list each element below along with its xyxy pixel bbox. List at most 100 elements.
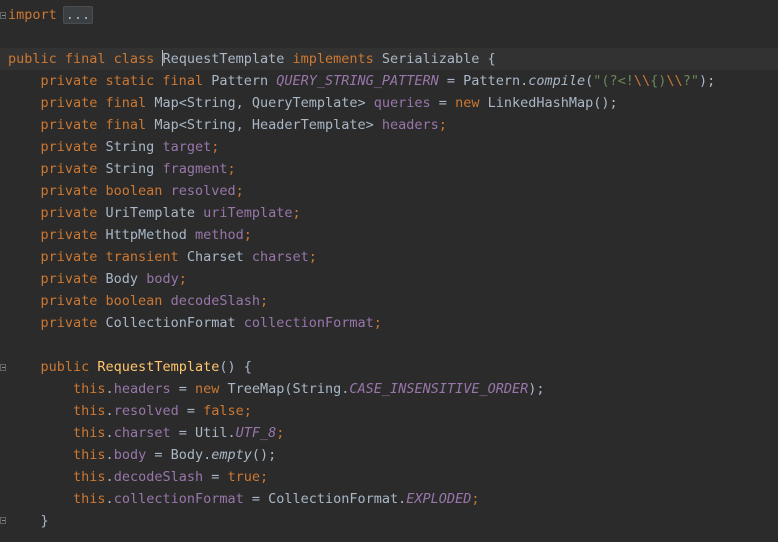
code-token: = bbox=[203, 469, 228, 485]
code-token: this bbox=[73, 491, 106, 507]
code-token: \\ bbox=[666, 73, 683, 89]
code-line[interactable]: this.collectionFormat = CollectionFormat… bbox=[0, 488, 778, 510]
code-token: CASE_INSENSITIVE_ORDER bbox=[349, 381, 529, 397]
code-token: private bbox=[40, 227, 106, 243]
code-token: true; bbox=[227, 469, 269, 485]
code-line[interactable]: private final Map<String, QueryTemplate>… bbox=[0, 92, 778, 114]
code-token: decodeSlash bbox=[113, 469, 204, 485]
code-line[interactable]: private Body body; bbox=[0, 268, 778, 290]
code-token: CollectionFormat bbox=[105, 315, 244, 331]
code-line[interactable]: private transient Charset charset; bbox=[0, 246, 778, 268]
code-token: queries bbox=[373, 95, 431, 111]
code-token: ; bbox=[438, 117, 447, 133]
code-token: String bbox=[105, 161, 163, 177]
code-token: = bbox=[430, 95, 456, 111]
code-line[interactable]: private UriTemplate uriTemplate; bbox=[0, 202, 778, 224]
code-line[interactable]: public RequestTemplate() { bbox=[0, 356, 778, 378]
code-line[interactable]: this.body = Body.empty(); bbox=[0, 444, 778, 466]
code-line[interactable]: this.resolved = false; bbox=[0, 400, 778, 422]
code-line[interactable]: private static final Pattern QUERY_STRIN… bbox=[0, 70, 778, 92]
code-token: this bbox=[73, 403, 106, 419]
code-line[interactable]: private boolean decodeSlash; bbox=[0, 290, 778, 312]
code-token: {) bbox=[650, 73, 667, 89]
code-token: this bbox=[73, 381, 106, 397]
code-line[interactable]: } bbox=[0, 510, 778, 532]
code-token: decodeSlash bbox=[170, 293, 260, 309]
code-token: charset bbox=[251, 249, 309, 265]
code-token: new bbox=[455, 95, 488, 111]
code-token: public final class bbox=[8, 51, 163, 67]
code-line[interactable]: this.decodeSlash = true; bbox=[0, 466, 778, 488]
code-token: uriTemplate bbox=[203, 205, 293, 221]
code-token: charset bbox=[113, 425, 171, 441]
code-token: private bbox=[40, 271, 106, 287]
code-editor[interactable]: import... public final class RequestTempl… bbox=[0, 0, 778, 542]
code-token: resolved bbox=[170, 183, 236, 199]
code-token: private final bbox=[40, 117, 155, 133]
code-token: collectionFormat bbox=[113, 491, 244, 507]
code-token: this bbox=[73, 425, 106, 441]
code-token: ; bbox=[471, 491, 480, 507]
code-token: EXPLODED bbox=[406, 491, 472, 507]
code-line[interactable] bbox=[0, 334, 778, 356]
code-token: false; bbox=[203, 403, 252, 419]
code-token: private bbox=[40, 315, 106, 331]
code-token: "(?<! bbox=[593, 73, 634, 89]
code-token: Serializable { bbox=[381, 51, 496, 67]
code-token: ?" bbox=[682, 73, 699, 89]
code-token: ; bbox=[211, 139, 220, 155]
code-token: import bbox=[8, 7, 57, 23]
code-token: headers bbox=[113, 381, 171, 397]
collapsed-imports-placeholder[interactable]: ... bbox=[62, 6, 94, 24]
code-token: ; bbox=[227, 161, 236, 177]
code-token: HttpMethod bbox=[105, 227, 195, 243]
code-token: String bbox=[105, 139, 163, 155]
code-token: collectionFormat bbox=[243, 315, 374, 331]
code-token: headers bbox=[381, 117, 439, 133]
code-token: . bbox=[105, 403, 114, 419]
code-line[interactable]: this.charset = Util.UTF_8; bbox=[0, 422, 778, 444]
code-line[interactable]: private final Map<String, HeaderTemplate… bbox=[0, 114, 778, 136]
code-token: \\ bbox=[633, 73, 651, 89]
code-line[interactable]: public final class RequestTemplate imple… bbox=[0, 48, 778, 70]
code-token: implements bbox=[292, 51, 382, 67]
code-token: Pattern bbox=[211, 73, 277, 89]
code-token: RequestTemplate bbox=[97, 359, 220, 375]
code-token: . bbox=[105, 469, 114, 485]
code-line[interactable]: private boolean resolved; bbox=[0, 180, 778, 202]
code-token: = Pattern. bbox=[438, 73, 529, 89]
code-token: ; bbox=[235, 183, 244, 199]
code-line[interactable]: this.headers = new TreeMap(String.CASE_I… bbox=[0, 378, 778, 400]
code-lines[interactable]: import... public final class RequestTempl… bbox=[0, 4, 778, 532]
code-token: . bbox=[105, 425, 114, 441]
code-token: ; bbox=[373, 315, 382, 331]
code-token: fragment bbox=[162, 161, 228, 177]
code-token: Map<String, QueryTemplate> bbox=[154, 95, 374, 111]
code-line[interactable]: private String target; bbox=[0, 136, 778, 158]
code-token: body bbox=[113, 447, 147, 463]
code-token: ; bbox=[276, 425, 285, 441]
code-token: = Util. bbox=[170, 425, 236, 441]
code-token: (); bbox=[251, 447, 277, 463]
code-token: . bbox=[105, 491, 114, 507]
code-token: = CollectionFormat. bbox=[243, 491, 407, 507]
code-line[interactable] bbox=[0, 26, 778, 48]
code-line[interactable]: private CollectionFormat collectionForma… bbox=[0, 312, 778, 334]
code-token: TreeMap(String. bbox=[227, 381, 350, 397]
code-token: resolved bbox=[113, 403, 179, 419]
code-token: QUERY_STRING_PATTERN bbox=[276, 73, 439, 89]
code-line[interactable]: private HttpMethod method; bbox=[0, 224, 778, 246]
code-line[interactable]: private String fragment; bbox=[0, 158, 778, 180]
code-token: ; bbox=[308, 249, 317, 265]
code-line[interactable]: import... bbox=[0, 4, 778, 26]
